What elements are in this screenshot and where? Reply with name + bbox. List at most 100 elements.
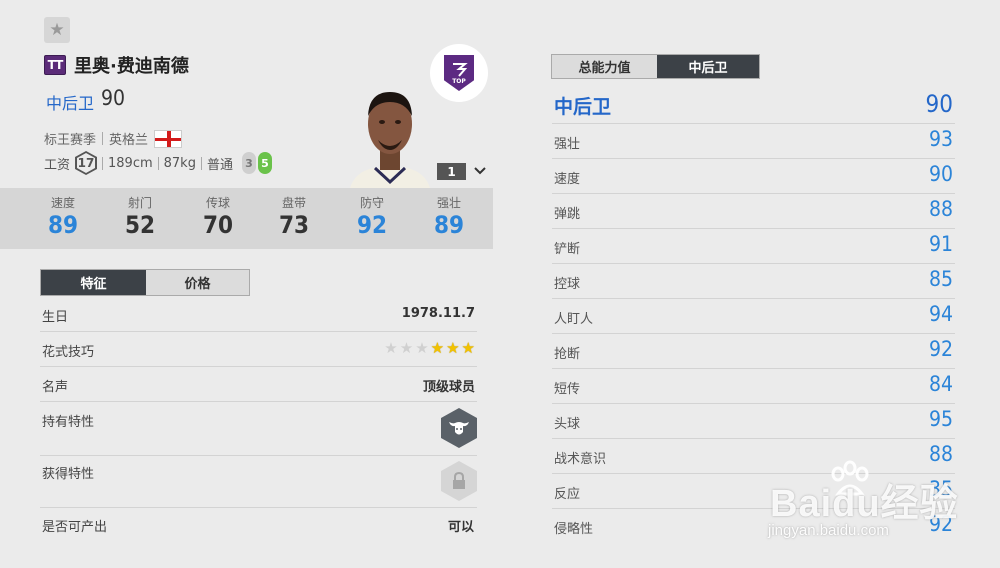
attributes-position-rating: 90 bbox=[925, 90, 953, 118]
wage-label: 工资 bbox=[44, 157, 71, 173]
stat-passing: 传球 70 bbox=[188, 194, 248, 239]
attribute-value: 93 bbox=[928, 127, 953, 151]
attributes-position: 中后卫 bbox=[554, 96, 612, 118]
detail-label: 持有特性 bbox=[42, 415, 95, 430]
stat-value: 52 bbox=[124, 211, 156, 239]
club-emblem-icon bbox=[453, 62, 468, 77]
position-label: 中后卫 bbox=[46, 94, 95, 113]
attribute-value: 90 bbox=[928, 162, 953, 186]
detail-value: 1978.11.7 bbox=[401, 306, 475, 321]
star-icon: ★ bbox=[399, 339, 414, 357]
star-icon: ★ bbox=[430, 339, 445, 357]
star-icon: ★ bbox=[384, 339, 398, 357]
attribute-label: 强壮 bbox=[554, 137, 581, 152]
star-icon: ★ bbox=[446, 339, 460, 357]
nation-name: 英格兰 bbox=[109, 133, 149, 148]
stat-pace: 速度 89 bbox=[33, 194, 93, 239]
attribute-label: 抢断 bbox=[554, 347, 581, 362]
tab-price[interactable]: 价格 bbox=[146, 270, 249, 295]
attribute-label: 铲断 bbox=[554, 242, 581, 257]
club-badge-text: TOP bbox=[452, 77, 466, 85]
watermark-url: jingyan.baidu.com bbox=[768, 522, 889, 539]
attribute-row: 控球 85 bbox=[552, 264, 955, 299]
attribute-row: 弹跳 88 bbox=[552, 194, 955, 229]
attribute-value: 92 bbox=[928, 337, 953, 361]
stat-value: 89 bbox=[47, 211, 79, 239]
stat-value: 92 bbox=[356, 211, 388, 239]
england-flag-icon bbox=[154, 129, 183, 148]
player-photo bbox=[345, 86, 435, 188]
key-stats-band: 速度 89 射门 52 传球 70 盘带 73 防守 92 强壮 89 bbox=[0, 188, 493, 249]
player-meta-season: 标王赛季 英格兰 bbox=[44, 129, 183, 148]
attribute-label: 反应 bbox=[554, 487, 581, 502]
stat-value: 70 bbox=[202, 211, 234, 239]
attribute-label: 速度 bbox=[554, 172, 581, 187]
divider bbox=[102, 132, 104, 145]
lock-icon[interactable] bbox=[441, 461, 477, 501]
detail-label: 名声 bbox=[42, 380, 69, 395]
right-tab-bar: 总能力值 中后卫 bbox=[551, 54, 760, 79]
attribute-row: 头球 95 bbox=[552, 404, 955, 439]
wage-value: 17 bbox=[77, 153, 96, 173]
favorite-button[interactable]: ★ bbox=[44, 17, 70, 43]
detail-row-earned-traits: 获得特性 bbox=[40, 456, 477, 508]
attribute-row: 铲断 91 bbox=[552, 229, 955, 264]
stat-label: 速度 bbox=[50, 196, 75, 210]
wage-hexagon: 17 bbox=[75, 151, 98, 175]
detail-row-reputation: 名声 顶级球员 bbox=[40, 367, 477, 402]
detail-label: 花式技巧 bbox=[42, 345, 95, 360]
stat-defending: 防守 92 bbox=[342, 194, 402, 239]
season-badge: TT bbox=[44, 55, 66, 75]
attribute-value: 85 bbox=[928, 267, 953, 291]
weak-foot: 3 bbox=[241, 152, 256, 174]
attribute-row: 短传 84 bbox=[552, 369, 955, 404]
position-rating: 90 bbox=[101, 86, 126, 110]
stat-label: 强壮 bbox=[436, 196, 461, 210]
player-meta-physical: 工资 17 189cm 87kg 普通 3 5 bbox=[44, 151, 272, 175]
card-level-selector[interactable]: 1 bbox=[437, 163, 466, 180]
tab-traits[interactable]: 特征 bbox=[41, 270, 146, 295]
strong-foot: 5 bbox=[257, 152, 272, 174]
detail-label: 获得特性 bbox=[42, 467, 95, 482]
detail-row-birthday: 生日 1978.11.7 bbox=[40, 297, 477, 332]
detail-value: 顶级球员 bbox=[422, 380, 475, 395]
attribute-label: 侵略性 bbox=[554, 522, 594, 537]
attribute-label: 人盯人 bbox=[554, 312, 594, 327]
attribute-value: 84 bbox=[928, 372, 953, 396]
detail-row-skill-moves: 花式技巧 ★ ★ ★ ★ ★ ★ bbox=[40, 332, 477, 367]
divider bbox=[200, 156, 202, 170]
buffalo-icon[interactable] bbox=[441, 408, 477, 448]
stat-label: 传球 bbox=[205, 196, 230, 210]
club-shield-icon: TOP bbox=[444, 55, 474, 91]
attribute-row: 人盯人 94 bbox=[552, 299, 955, 334]
detail-label: 生日 bbox=[42, 310, 69, 325]
stat-label: 防守 bbox=[359, 196, 384, 210]
attribute-value: 91 bbox=[928, 232, 953, 256]
detail-row-owned-traits: 持有特性 bbox=[40, 402, 477, 456]
chevron-down-icon[interactable] bbox=[472, 163, 488, 179]
tab-overall[interactable]: 总能力值 bbox=[552, 55, 657, 78]
body-type: 普通 bbox=[206, 157, 233, 173]
stat-value: 73 bbox=[278, 211, 310, 239]
weight: 87kg bbox=[163, 155, 196, 171]
club-badge: TOP bbox=[430, 44, 488, 102]
season-name: 标王赛季 bbox=[44, 133, 97, 148]
stat-value: 89 bbox=[433, 211, 465, 239]
tab-center-back[interactable]: 中后卫 bbox=[657, 55, 759, 78]
baidu-watermark: Baidu经验 jingyan.baidu.com bbox=[768, 460, 978, 550]
stat-dribbling: 盘带 73 bbox=[264, 194, 324, 239]
player-name: 里奥·费迪南德 bbox=[74, 56, 189, 77]
attribute-row: 速度 90 bbox=[552, 159, 955, 194]
attribute-label: 头球 bbox=[554, 417, 581, 432]
detail-value-producible: 可以 bbox=[448, 520, 475, 535]
skill-stars: ★ ★ ★ ★ ★ ★ bbox=[384, 339, 475, 357]
detail-label-producible: 是否可产出 bbox=[42, 520, 108, 535]
attribute-value: 95 bbox=[928, 407, 953, 431]
attribute-value: 88 bbox=[928, 197, 953, 221]
attribute-label: 战术意识 bbox=[554, 452, 607, 467]
left-tab-bar: 特征 价格 bbox=[40, 269, 250, 296]
attribute-value: 94 bbox=[928, 302, 953, 326]
height: 189cm bbox=[108, 155, 153, 171]
divider bbox=[102, 156, 104, 170]
stat-label: 盘带 bbox=[281, 196, 306, 210]
